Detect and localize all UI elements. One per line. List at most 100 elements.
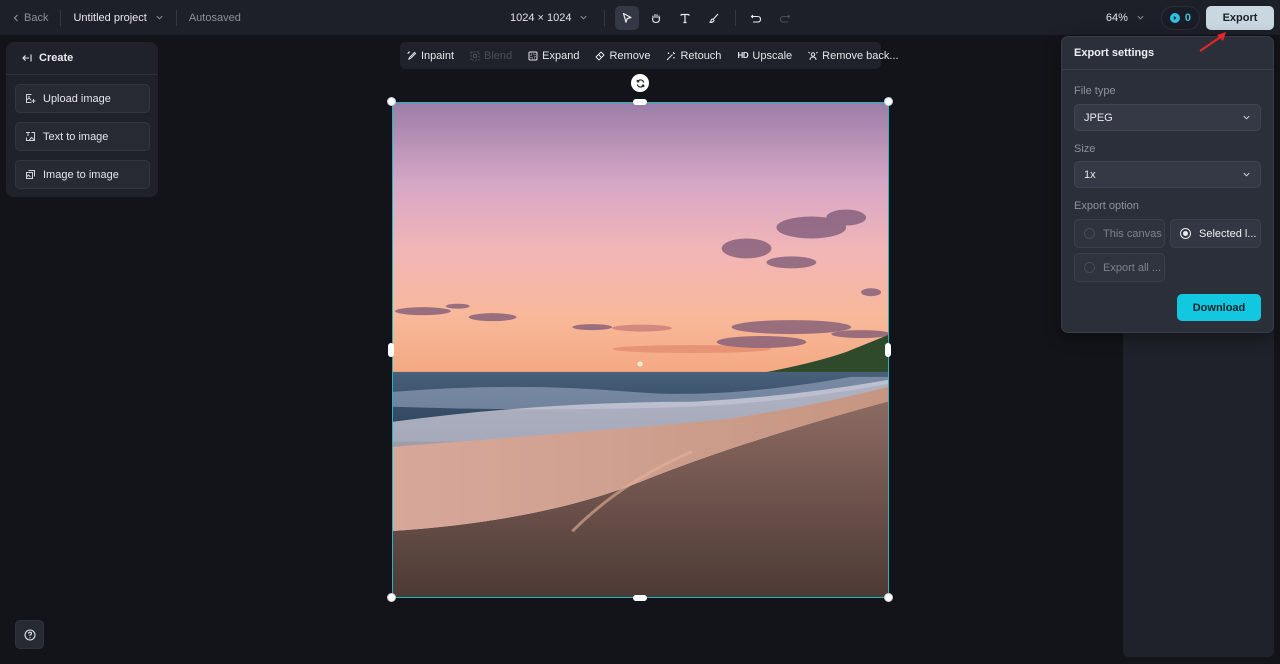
magic-wand-icon: [667, 51, 676, 60]
zoom-dropdown[interactable]: 64%: [1106, 12, 1145, 24]
divider: [60, 9, 62, 26]
brush-icon: [709, 13, 719, 23]
top-bar: Back Untitled project Autosaved 1024 × 1…: [0, 0, 1280, 35]
select-tool-button[interactable]: [615, 5, 640, 30]
resize-handle-left[interactable]: [388, 343, 394, 357]
retouch-button[interactable]: Retouch: [666, 50, 721, 62]
back-button[interactable]: Back: [12, 12, 48, 24]
redo-icon: [780, 14, 791, 23]
canvas-size-dropdown[interactable]: 1024 × 1024: [510, 12, 588, 24]
blend-icon: [470, 51, 480, 60]
create-panel: Create Upload image Text to image Image …: [6, 42, 158, 197]
resize-handle-top-left[interactable]: [387, 97, 396, 106]
remove-background-icon: [808, 51, 819, 60]
image-to-image-button[interactable]: Image to image: [15, 160, 150, 189]
image-to-image-icon: [26, 170, 35, 179]
hand-tool-button[interactable]: [644, 6, 668, 30]
export-option-selected-layer[interactable]: Selected l...: [1170, 219, 1261, 248]
create-item-label: Image to image: [43, 168, 119, 181]
brush-tool-button[interactable]: [702, 6, 726, 30]
file-type-select[interactable]: JPEG: [1074, 104, 1261, 131]
toolbar-label: Upscale: [752, 49, 793, 62]
zoom-level: 64%: [1105, 11, 1128, 24]
redo-button[interactable]: [773, 6, 797, 30]
export-option-this-canvas[interactable]: This canvas: [1074, 219, 1165, 248]
project-name-dropdown[interactable]: Untitled project: [73, 12, 163, 24]
toolbar-label: Remove: [609, 49, 651, 62]
download-button[interactable]: Download: [1177, 294, 1261, 321]
undo-button[interactable]: [744, 6, 768, 30]
text-icon: [680, 13, 691, 23]
save-status: Autosaved: [188, 11, 241, 24]
export-settings-popup: Export settings File type JPEG Size 1x E…: [1061, 36, 1274, 333]
create-item-label: Upload image: [43, 92, 111, 105]
chevron-down-icon: [1243, 172, 1250, 177]
help-icon: [23, 628, 36, 641]
option-label: This canvas: [1103, 227, 1162, 240]
divider: [175, 9, 177, 26]
blend-button[interactable]: Blend: [470, 50, 512, 62]
radio-selected-icon: [1180, 228, 1191, 239]
project-name: Untitled project: [73, 11, 147, 24]
resize-handle-top-right[interactable]: [884, 97, 893, 106]
image-edit-toolbar: Inpaint Blend Expand Remove Retouch HD U…: [400, 42, 899, 69]
export-button[interactable]: Export: [1206, 5, 1274, 30]
toolbar-label: Blend: [484, 49, 513, 62]
resize-handle-bottom-right[interactable]: [884, 593, 893, 602]
remove-background-button[interactable]: Remove back...: [808, 49, 899, 62]
hand-icon: [652, 13, 661, 23]
resize-handle-top[interactable]: [633, 99, 647, 105]
resize-handle-bottom[interactable]: [633, 595, 647, 601]
export-option-label: Export option: [1074, 200, 1139, 212]
canvas-dimensions: 1024 × 1024: [510, 11, 572, 24]
collapse-left-icon: [22, 54, 32, 62]
resize-handle-right[interactable]: [885, 343, 891, 357]
upload-image-icon: [26, 94, 36, 103]
option-label: Export all ...: [1103, 261, 1162, 274]
export-option-export-all[interactable]: Export all ...: [1074, 253, 1165, 282]
file-type-label: File type: [1074, 85, 1116, 97]
toolbar-label: Retouch: [680, 49, 722, 62]
text-tool-button[interactable]: [673, 6, 697, 30]
create-item-label: Text to image: [43, 130, 109, 143]
upload-image-button[interactable]: Upload image: [15, 84, 150, 113]
text-to-image-button[interactable]: Text to image: [15, 122, 150, 151]
create-panel-header[interactable]: Create: [6, 42, 158, 75]
undo-icon: [751, 14, 762, 23]
expand-icon: [528, 51, 538, 60]
chevron-down-icon: [580, 15, 588, 20]
option-label: Selected l...: [1199, 227, 1257, 240]
toolbar-label: Inpaint: [421, 49, 455, 62]
credits-count: 0: [1184, 11, 1191, 24]
credit-icon: [1169, 12, 1180, 23]
inpaint-icon: [407, 51, 417, 60]
size-label: Size: [1074, 143, 1096, 155]
radio-icon: [1084, 262, 1095, 273]
help-button[interactable]: [15, 620, 44, 649]
eraser-icon: [595, 51, 605, 60]
rotate-handle[interactable]: [631, 74, 649, 92]
size-value: 1x: [1084, 168, 1096, 181]
remove-button[interactable]: Remove: [595, 50, 650, 62]
cursor-icon: [623, 12, 633, 23]
inpaint-button[interactable]: Inpaint: [407, 50, 454, 62]
toolbar-label: Expand: [542, 49, 580, 62]
back-label: Back: [24, 11, 49, 24]
divider: [604, 9, 606, 26]
chevron-down-icon: [156, 15, 163, 20]
resize-handle-bottom-left[interactable]: [387, 593, 396, 602]
canvas-image[interactable]: [392, 102, 889, 598]
chevron-down-icon: [1137, 15, 1144, 20]
size-select[interactable]: 1x: [1074, 161, 1261, 188]
upscale-button[interactable]: HD Upscale: [737, 50, 792, 62]
create-title: Create: [39, 52, 74, 64]
text-to-image-icon: [26, 132, 35, 141]
radio-icon: [1084, 228, 1095, 239]
credits-badge[interactable]: 0: [1160, 5, 1200, 30]
chevron-down-icon: [1243, 115, 1250, 120]
divider: [735, 9, 737, 26]
beach-sunset-image: [393, 103, 888, 597]
toolbar-label: Remove back...: [822, 49, 899, 62]
hd-icon: HD: [737, 51, 749, 60]
expand-button[interactable]: Expand: [528, 50, 579, 62]
